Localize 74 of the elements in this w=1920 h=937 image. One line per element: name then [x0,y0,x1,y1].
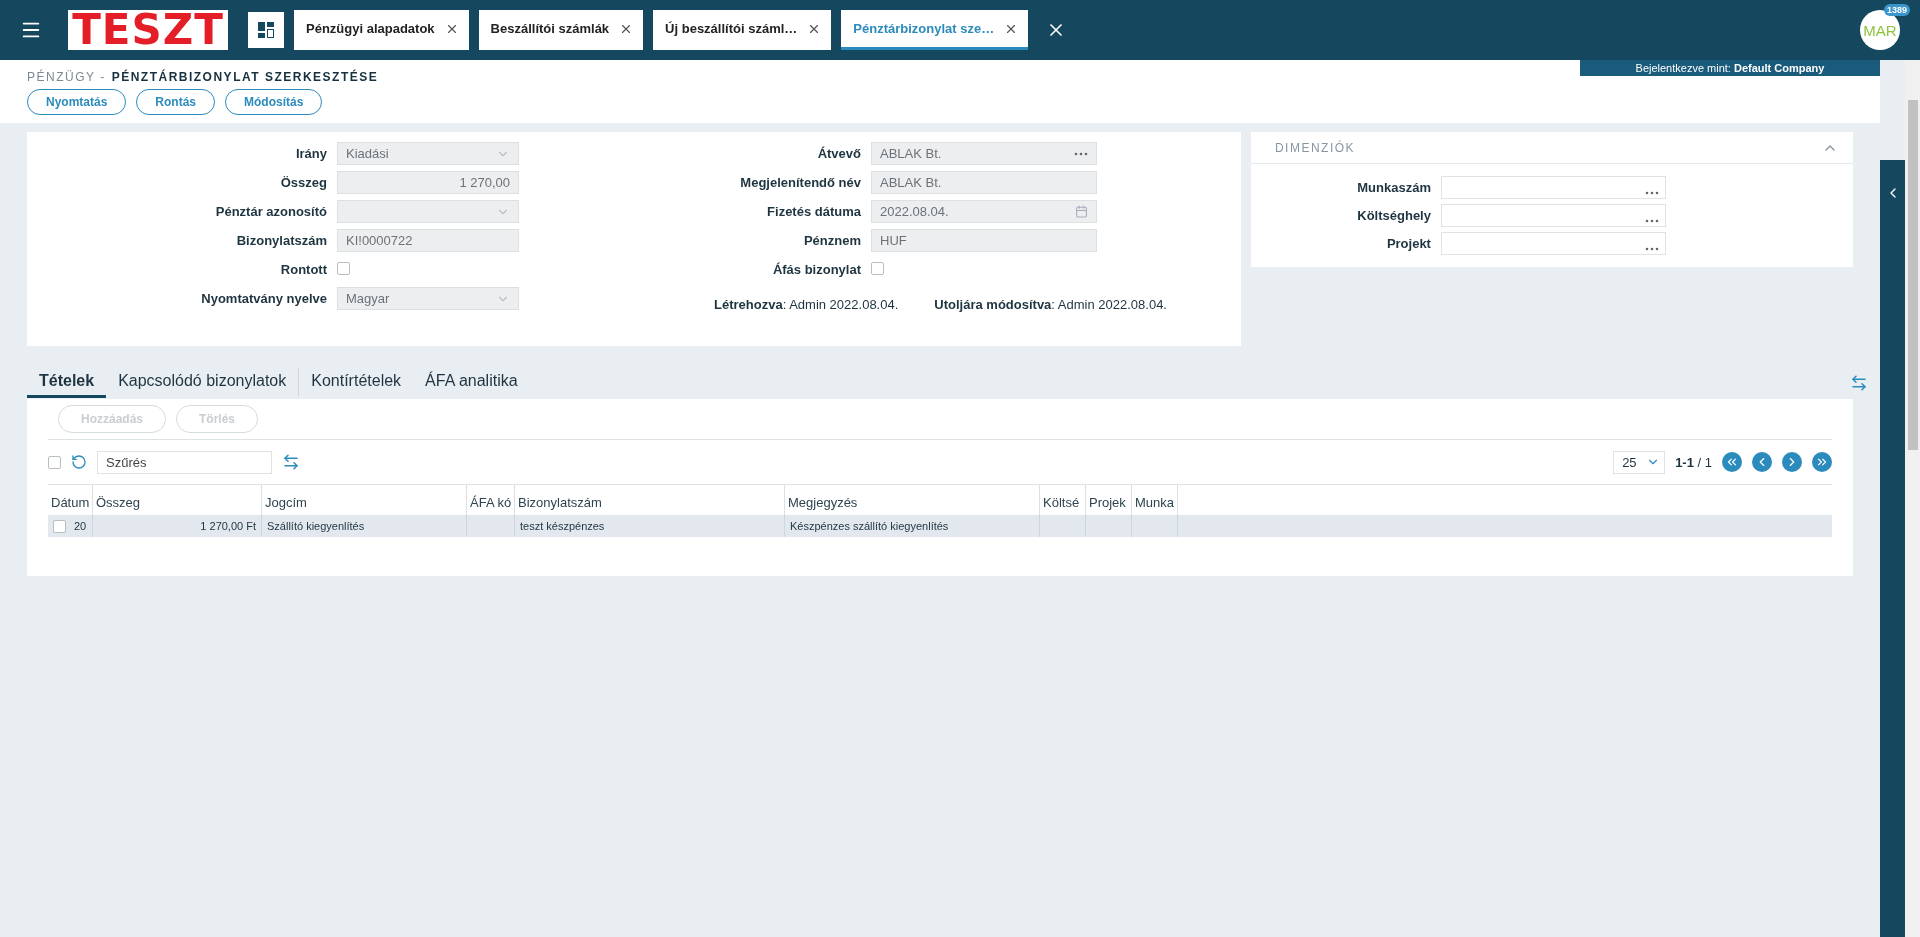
checkbox[interactable] [337,261,350,275]
document-tab[interactable]: Új beszállítói száml… [653,10,832,50]
swap-icon[interactable] [1850,373,1868,392]
modified-info: Utoljára módosítva: Admin 2022.08.04. [934,297,1167,312]
date-field[interactable]: 2022.08.04. [871,200,1097,223]
table-cell: Szállító kiegyenlítés [267,520,365,532]
checkbox[interactable] [871,261,884,275]
notification-badge: 1389 [1883,4,1910,16]
table-cell: Készpénzes szállító kiegyenlítés [790,520,949,532]
section-tab[interactable]: Kapcsolódó bizonylatok [106,367,300,398]
field-label: Összeg [279,175,327,190]
document-tab[interactable]: Pénztárbizonylat sze… [841,10,1029,50]
field-label: Átvevő [816,146,861,161]
select-field[interactable] [337,200,519,223]
dashboard-button[interactable] [248,12,284,48]
table-cell: 20 [74,520,87,532]
action-button[interactable]: Nyomtatás [27,89,127,115]
field-label: Bizonylatszám [235,233,327,248]
field-label: Költséghely [1356,208,1431,223]
page-title: PÉNZTÁRBIZONYLAT SZERKESZTÉSE [111,70,379,84]
field-label: Fizetés dátuma [766,204,861,219]
table-row[interactable]: 20 1 270,00 Ft Szállító kiegyenlítés teszt készpénzes Készpénzes szállító kiegyenlítés [48,515,1832,537]
last-page-icon [1815,455,1829,469]
panel-title: DIMENZIÓK [1274,140,1356,155]
breadcrumb-link[interactable]: PÉNZÜGY - [27,70,106,84]
row-checkbox[interactable] [53,519,66,533]
calendar-icon [1075,205,1088,218]
previous-page-button[interactable] [1752,452,1772,472]
pagination-info: 1-1 / 1 [1675,454,1712,470]
lookup-field[interactable]: ABLAK Bt. [871,142,1097,165]
field-label: Áfás bizonylat [771,262,861,277]
text-field[interactable]: ABLAK Bt. [871,171,1097,194]
lookup-field[interactable] [1440,232,1666,255]
more-icon[interactable] [1074,151,1088,156]
field-label: Rontott [279,262,327,277]
first-page-icon [1725,455,1739,469]
first-page-button[interactable] [1722,452,1742,472]
field-label: Pénztár azonosító [214,204,327,219]
section-tab[interactable]: ÁFA analitika [413,367,530,398]
table-cell: teszt készpénzes [520,520,605,532]
field-label: Pénznem [802,233,861,248]
amount-cell: 1 270,00 Ft [200,520,256,532]
action-button[interactable]: Módosítás [225,89,323,115]
field-label: Munkaszám [1356,180,1431,195]
scrollbar[interactable] [1905,60,1920,937]
last-page-button[interactable] [1812,452,1832,472]
created-info: Létrehozva: Admin 2022.08.04. [714,297,899,312]
action-button[interactable]: Rontás [136,89,216,115]
field-label: Irány [294,146,327,161]
grid-icon [258,22,274,38]
more-icon[interactable] [1644,219,1659,223]
login-info: Bejelentkezve mint: Default Company [1580,60,1880,76]
select-field[interactable]: Magyar [337,287,519,310]
field-label: Megjelenítendő név [739,175,861,190]
more-icon[interactable] [1644,247,1659,251]
text-field[interactable]: HUF [871,229,1097,252]
select-field[interactable]: Kiadási [337,142,519,165]
page-size-select[interactable]: 25 [1613,450,1666,474]
lookup-field[interactable] [1440,176,1666,199]
filter-field[interactable]: Szűrés [97,450,272,474]
more-icon[interactable] [1644,191,1659,195]
refresh-icon[interactable] [71,454,87,470]
field-label: Projekt [1385,236,1431,251]
section-tab[interactable]: Kontírtételek [299,367,414,398]
next-page-button[interactable] [1782,452,1802,472]
field-label: Nyomtatvány nyelve [200,291,327,306]
document-tab[interactable]: Pénzügyi alapadatok [294,10,469,50]
lookup-field[interactable] [1440,204,1666,227]
text-field[interactable]: KI!0000722 [337,229,519,252]
amount-field[interactable]: 1 270,00 [337,171,519,194]
document-tab[interactable]: Beszállítói számlák [478,10,644,50]
swap-icon[interactable] [282,453,300,471]
select-all-checkbox[interactable] [48,455,61,469]
logo: TESZT [68,10,228,50]
